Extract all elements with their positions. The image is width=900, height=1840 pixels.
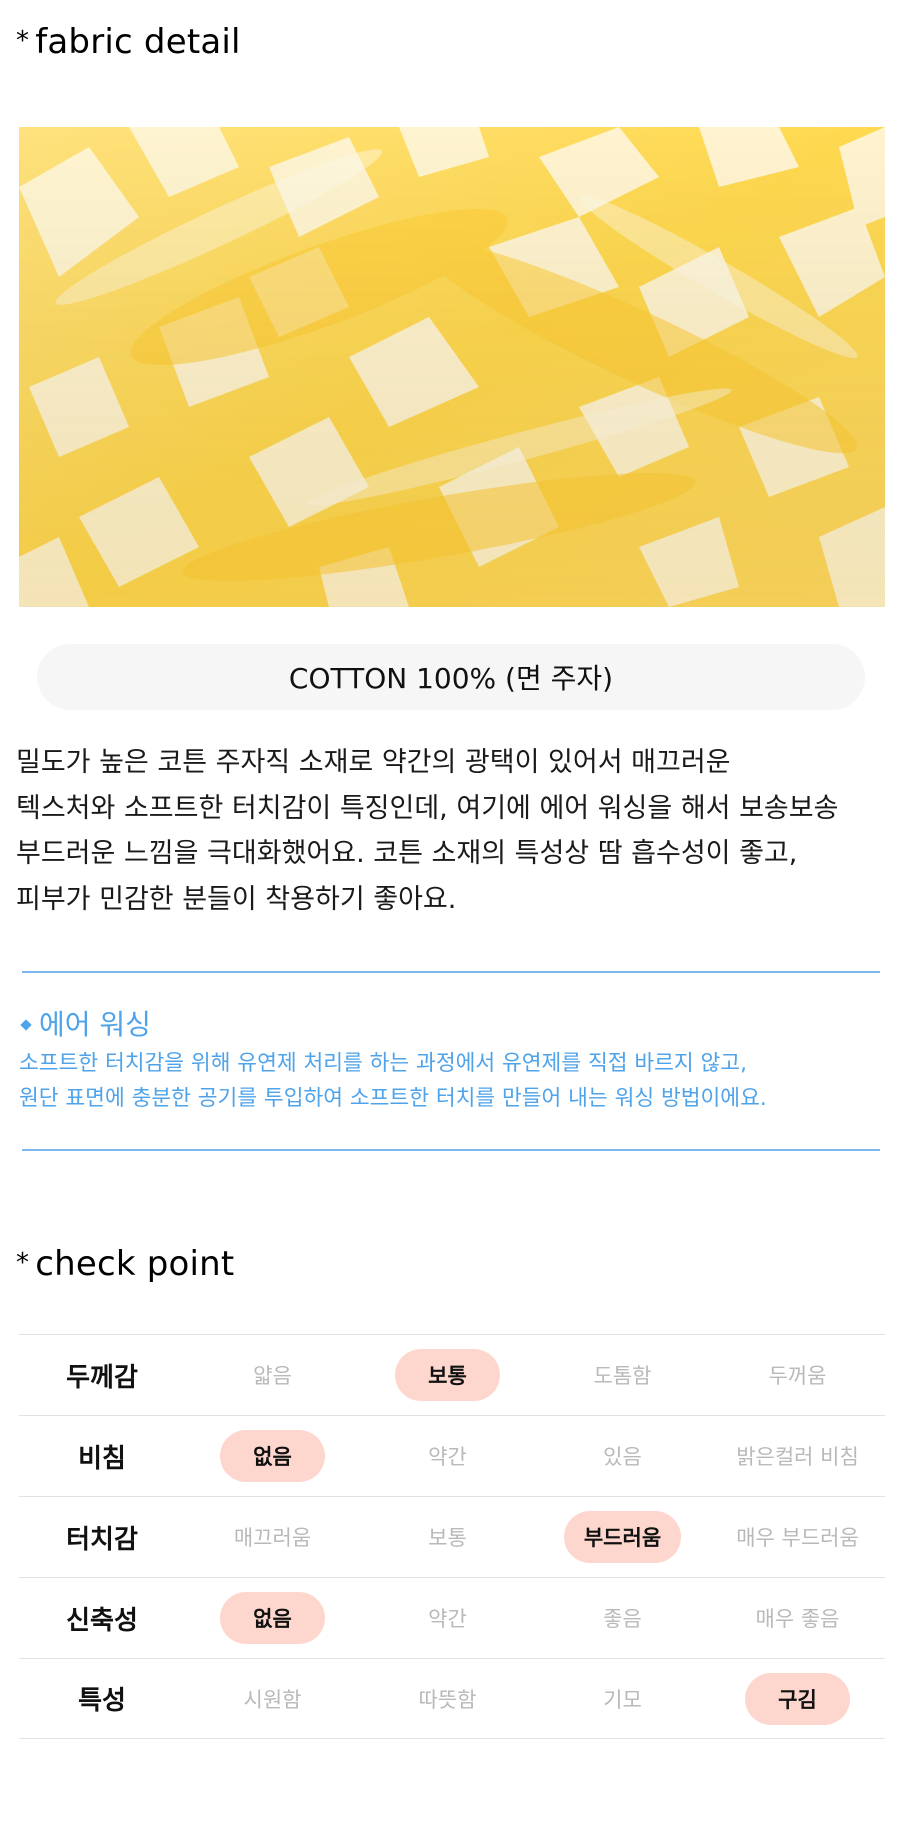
material-badge: COTTON 100% (면 주자) (37, 644, 865, 710)
option-chip: 두꺼움 (768, 1364, 827, 1388)
divider-top (22, 971, 880, 973)
row-label: 특성 (78, 1686, 126, 1716)
check-point-title-text: check point (35, 1244, 235, 1284)
option-chip: 매끄러움 (233, 1526, 312, 1550)
air-washing-heading: 에어 워싱 (19, 1004, 889, 1046)
option-chip: 매우 부드러움 (736, 1526, 859, 1550)
option-chip: 기모 (603, 1687, 642, 1712)
row-label: 신축성 (66, 1605, 138, 1636)
row-label: 두께감 (66, 1362, 138, 1393)
check-row-stretch: 신축성 없음 약간 좋음 매우 좋음 (19, 1577, 885, 1658)
option-chip: 도톰함 (593, 1364, 652, 1388)
option-chip: 시원함 (243, 1687, 302, 1712)
check-row-feature: 특성 시원함 따뜻함 기모 구김 (19, 1658, 885, 1739)
fabric-photo (19, 127, 885, 607)
option-chip: 매우 좋음 (755, 1607, 840, 1631)
option-chip: 보통 (428, 1526, 467, 1550)
diamond-bullet-icon (20, 1019, 32, 1031)
fabric-detail-title-text: fabric detail (35, 22, 241, 62)
option-chip: 따뜻함 (418, 1687, 477, 1712)
check-point-title: * check point (16, 1244, 234, 1284)
fabric-pattern-image (19, 127, 885, 607)
air-washing-text: 소프트한 터치감을 위해 유연제 처리를 하는 과정에서 유연제를 직접 바르지… (19, 1051, 767, 1111)
option-chip-selected: 부드러움 (563, 1511, 682, 1563)
check-row-touch: 터치감 매끄러움 보통 부드러움 매우 부드러움 (19, 1496, 885, 1577)
option-chip-selected: 구김 (745, 1672, 850, 1725)
divider-bottom (22, 1149, 880, 1151)
row-label: 비침 (78, 1443, 126, 1474)
air-washing-heading-text: 에어 워싱 (39, 1008, 151, 1041)
option-chip-selected: 없음 (220, 1592, 325, 1644)
title-star: * (16, 1248, 30, 1278)
option-chip-selected: 없음 (220, 1430, 325, 1482)
row-label: 터치감 (66, 1524, 138, 1555)
check-row-sheerness: 비침 없음 약간 있음 밝은컬러 비침 (19, 1415, 885, 1496)
check-row-thickness: 두께감 얇음 보통 도톰함 두꺼움 (19, 1334, 885, 1415)
option-chip-selected: 보통 (395, 1349, 500, 1401)
fabric-description: 밀도가 높은 코튼 주자직 소재로 약간의 광택이 있어서 매끄러운 텍스처와 … (16, 747, 839, 915)
option-chip: 있음 (603, 1445, 642, 1469)
option-chip: 밝은컬러 비침 (736, 1445, 859, 1469)
fabric-detail-title: * fabric detail (16, 22, 241, 62)
option-chip: 약간 (428, 1445, 467, 1469)
option-chip: 좋음 (603, 1607, 642, 1631)
air-washing-note: 에어 워싱 소프트한 터치감을 위해 유연제 처리를 하는 과정에서 유연제를 … (19, 1004, 889, 1116)
title-star: * (16, 26, 30, 56)
option-chip: 얇음 (253, 1364, 292, 1388)
option-chip: 약간 (428, 1607, 467, 1631)
check-point-table: 두께감 얇음 보통 도톰함 두꺼움 비침 없음 약간 있음 밝은컬러 비침 터치… (19, 1334, 885, 1739)
